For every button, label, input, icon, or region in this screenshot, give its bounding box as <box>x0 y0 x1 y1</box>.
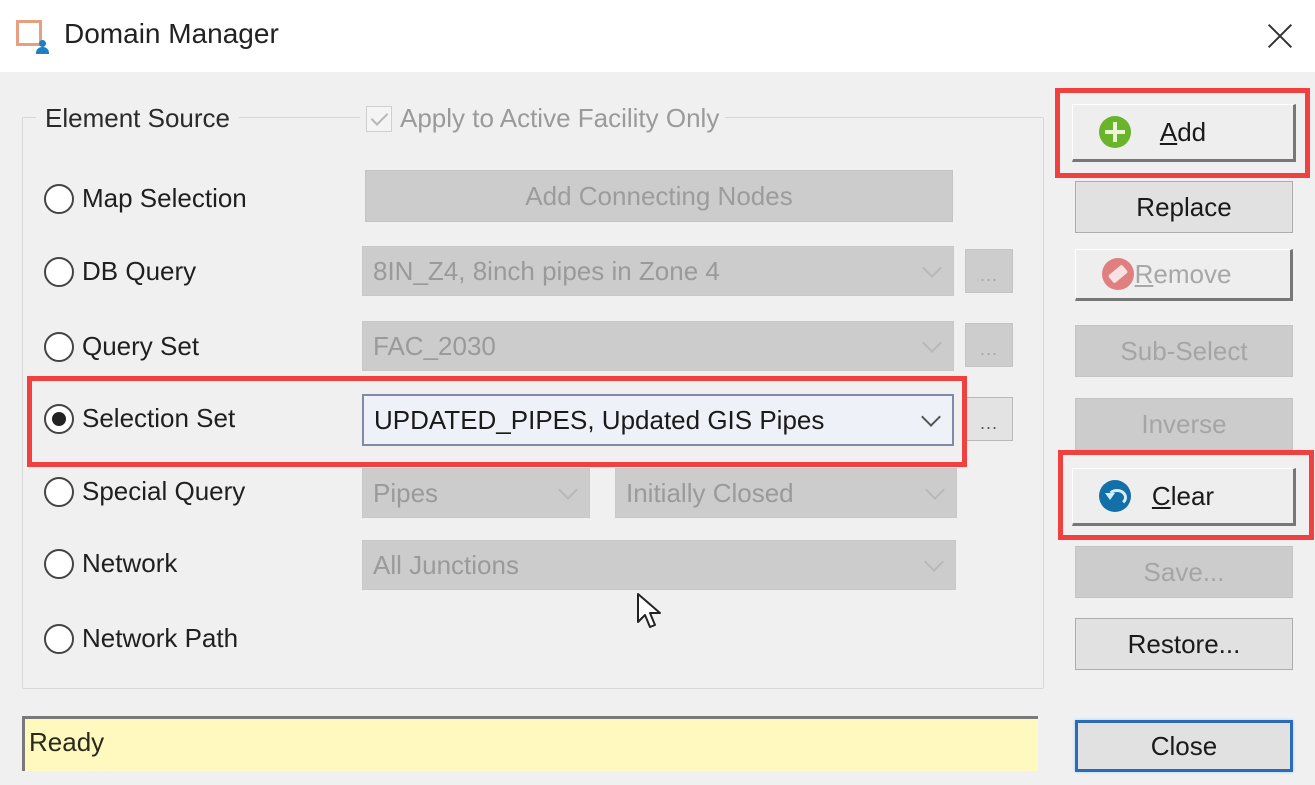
radio-icon[interactable] <box>44 548 74 579</box>
chevron-down-icon <box>924 552 944 572</box>
chevron-down-icon <box>922 258 942 278</box>
remove-button[interactable]: Remove <box>1075 249 1293 301</box>
network-value: All Junctions <box>373 549 519 580</box>
radio-icon[interactable] <box>44 623 74 654</box>
radio-db-query[interactable]: DB Query <box>44 256 196 287</box>
close-button[interactable]: Close <box>1075 720 1293 772</box>
radio-icon[interactable] <box>44 476 74 507</box>
chevron-down-icon <box>925 480 945 500</box>
apply-active-facility-label: Apply to Active Facility Only <box>400 103 720 133</box>
selection-set-value: UPDATED_PIPES, Updated GIS Pipes <box>374 404 825 435</box>
status-bar: Ready <box>22 716 1038 771</box>
close-x-icon[interactable] <box>1262 18 1298 54</box>
radio-query-set[interactable]: Query Set <box>44 331 199 362</box>
inverse-button[interactable]: Inverse <box>1075 398 1293 450</box>
radio-selected-icon[interactable] <box>44 403 74 434</box>
radio-label: Special Query <box>82 476 246 506</box>
add-button[interactable]: Add <box>1072 104 1296 162</box>
domain-manager-app-icon <box>16 20 50 54</box>
save-button[interactable]: Save... <box>1075 546 1293 598</box>
clear-button[interactable]: Clear <box>1072 468 1296 526</box>
radio-network[interactable]: Network <box>44 548 177 579</box>
mouse-cursor-icon <box>637 593 661 628</box>
radio-label: Network Path <box>82 623 239 653</box>
window-title: Domain Manager <box>64 18 279 49</box>
add-connecting-nodes-button[interactable]: Add Connecting Nodes <box>365 170 953 222</box>
radio-label: DB Query <box>82 256 197 286</box>
radio-icon[interactable] <box>44 331 74 362</box>
replace-button[interactable]: Replace <box>1075 181 1293 233</box>
radio-special-query[interactable]: Special Query <box>44 476 245 507</box>
db-query-dropdown[interactable]: 8IN_Z4, 8inch pipes in Zone 4 <box>362 246 954 296</box>
selection-set-dropdown[interactable]: UPDATED_PIPES, Updated GIS Pipes <box>362 394 954 446</box>
chevron-down-icon <box>922 333 942 353</box>
chevron-down-icon <box>558 480 578 500</box>
apply-active-facility-checkbox: Apply to Active Facility Only <box>360 103 726 134</box>
radio-network-path[interactable]: Network Path <box>44 623 238 654</box>
db-query-value: 8IN_Z4, 8inch pipes in Zone 4 <box>373 255 720 286</box>
element-source-label: Element Source <box>36 103 239 134</box>
title-bar: Domain Manager <box>0 0 1315 72</box>
query-set-value: FAC_2030 <box>373 330 496 361</box>
special-query-value: Initially Closed <box>626 477 794 508</box>
eraser-icon <box>1102 258 1134 290</box>
radio-label: Map Selection <box>82 183 247 213</box>
checkbox-icon <box>366 105 392 132</box>
query-set-browse-button[interactable]: ... <box>965 323 1013 367</box>
undo-circle-icon <box>1099 480 1131 512</box>
add-button-label: Add <box>1159 116 1207 147</box>
radio-label: Network <box>82 548 178 578</box>
radio-label: Query Set <box>82 331 200 361</box>
radio-label: Selection Set <box>82 403 236 433</box>
plus-circle-icon <box>1099 116 1131 148</box>
network-dropdown[interactable]: All Junctions <box>362 540 956 590</box>
radio-map-selection[interactable]: Map Selection <box>44 183 247 214</box>
chevron-down-icon <box>921 407 941 427</box>
selection-set-browse-button[interactable]: ... <box>965 397 1013 441</box>
restore-button[interactable]: Restore... <box>1075 618 1293 670</box>
special-query-dropdown[interactable]: Initially Closed <box>615 468 957 518</box>
sub-select-button[interactable]: Sub-Select <box>1075 325 1293 377</box>
radio-icon[interactable] <box>44 183 74 214</box>
query-set-dropdown[interactable]: FAC_2030 <box>362 321 954 371</box>
special-query-type-value: Pipes <box>373 477 439 508</box>
radio-icon[interactable] <box>44 256 74 287</box>
clear-button-label: Clear <box>1151 480 1215 511</box>
remove-button-label: Remove <box>1134 258 1232 289</box>
db-query-browse-button[interactable]: ... <box>965 249 1013 293</box>
special-query-type-dropdown[interactable]: Pipes <box>362 468 590 518</box>
radio-selection-set[interactable]: Selection Set <box>44 403 235 434</box>
